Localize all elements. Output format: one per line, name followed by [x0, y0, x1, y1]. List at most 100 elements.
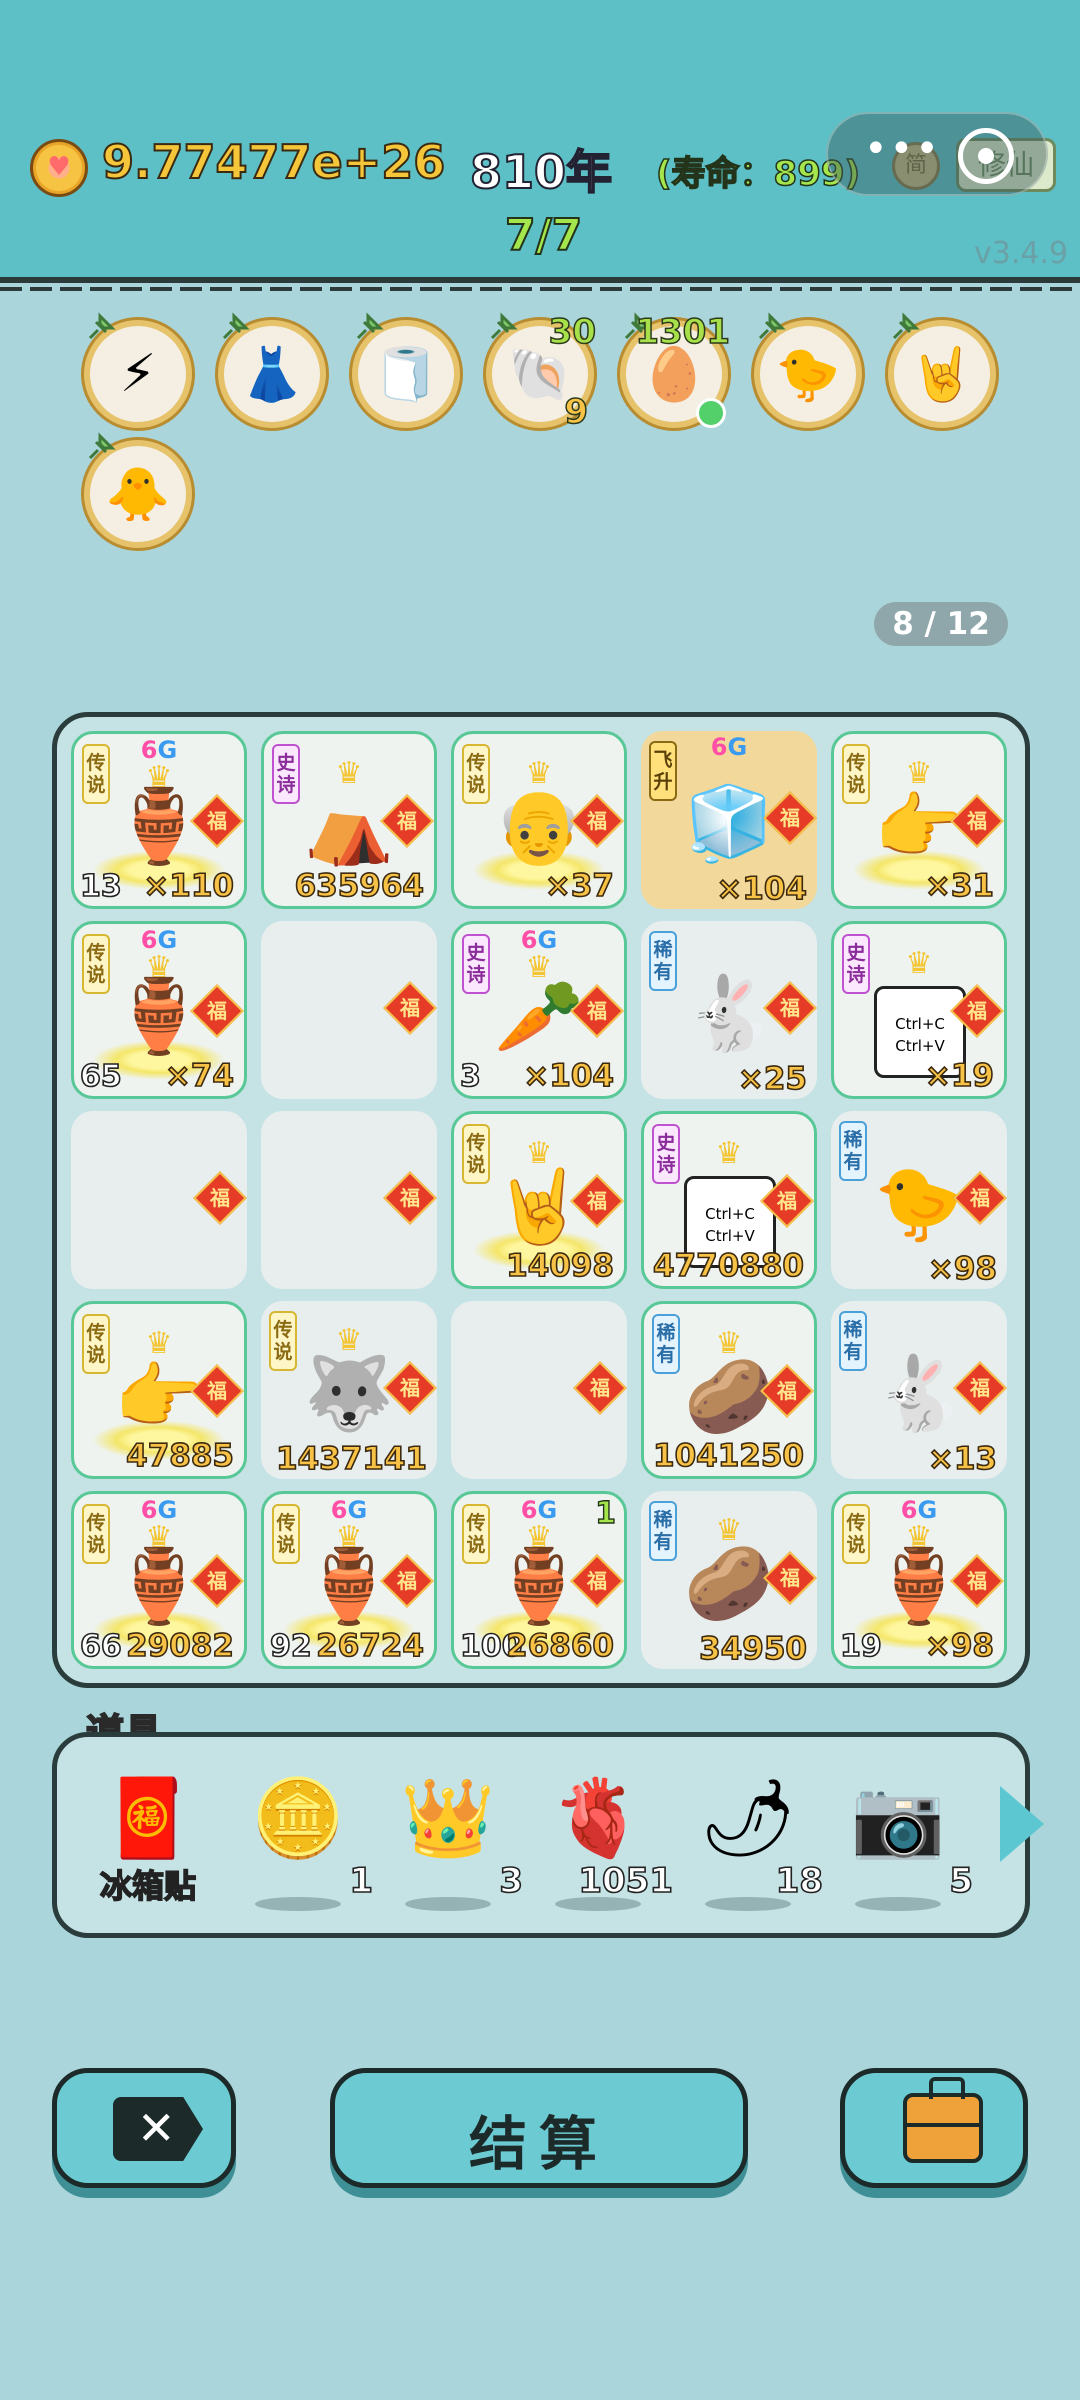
prop-item[interactable]: 🌶 18	[683, 1773, 824, 1913]
buff-slot[interactable]: 👗	[218, 312, 326, 428]
item-count: 635964	[294, 867, 425, 905]
item-count: 26724	[315, 1627, 424, 1665]
fu-label: 福	[590, 1376, 610, 1400]
item-cell[interactable]: 稀有 🐇 ×25 福	[641, 921, 817, 1099]
delete-x-icon: ✕	[113, 2097, 203, 2161]
liver-icon: 🫀	[550, 1773, 646, 1862]
fu-label: 福	[400, 1186, 420, 1210]
item-cell[interactable]: 传说 6G ♛ 🏺 66 29082 福	[71, 1491, 247, 1669]
item-cell[interactable]: 传说 ♛ 👉 ×31 福	[831, 731, 1007, 909]
prop-count: 5	[949, 1860, 974, 1902]
item-cell[interactable]: 传说 6G ♛ 🏺 100 26860 1 福	[451, 1491, 627, 1669]
camera-icon: 📷	[850, 1773, 946, 1862]
fu-label: 福	[780, 1566, 800, 1590]
item-count: 1437141	[275, 1440, 428, 1478]
chili-pepper-icon: 🌶	[699, 1773, 797, 1862]
item-count: ×98	[924, 1627, 995, 1665]
item-cell[interactable]: 传说 6G ♛ 🏺 19 ×98 福	[831, 1491, 1007, 1669]
item-cell[interactable]: 稀有 🐇 ×13 福	[831, 1301, 1007, 1479]
item-cell[interactable]: 稀有 ♛ 🥔 1041250 福	[641, 1301, 817, 1479]
item-count: ×110	[143, 867, 235, 905]
prop-item[interactable]: 👑 3	[383, 1773, 524, 1913]
item-count: ×37	[544, 867, 615, 905]
fu-label: 福	[587, 1189, 607, 1213]
item-cell[interactable]: 飞升 6G 🧊 ×104 福	[641, 731, 817, 909]
fu-diamond-icon: 福	[573, 1361, 627, 1415]
prop-item[interactable]: 🧧 冰箱贴	[83, 1773, 213, 1913]
fu-label: 福	[970, 1376, 990, 1400]
empty-cell[interactable]: 福	[451, 1301, 627, 1479]
fu-label: 福	[400, 1376, 420, 1400]
item-count: ×74	[164, 1057, 235, 1095]
buff-slot[interactable]: 🧻	[352, 312, 460, 428]
heart-coin-icon: ♥	[30, 139, 88, 197]
prop-count: 18	[775, 1860, 824, 1902]
settle-button[interactable]: 结算	[330, 2068, 748, 2188]
buff-slot[interactable]: 🥚 1301	[620, 311, 731, 428]
more-menu-button[interactable]: •••	[864, 126, 941, 172]
prop-item[interactable]: 🪙 1	[233, 1773, 374, 1913]
item-cell[interactable]: 传说 6G ♛ 🏺 92 26724 福	[261, 1491, 437, 1669]
fu-label: 福	[207, 809, 227, 833]
fu-label: 福	[207, 1379, 227, 1403]
item-cell[interactable]: 传说 6G ♛ 🏺 65 ×74 福	[71, 921, 247, 1099]
pin-icon	[86, 312, 116, 342]
prop-shadow	[255, 1897, 341, 1911]
briefcase-icon	[903, 2077, 983, 2163]
fu-diamond-icon: 福	[383, 1171, 437, 1225]
chick-syringe-icon: 🐤	[775, 345, 841, 405]
prop-item[interactable]: 📷 5	[833, 1773, 974, 1913]
item-count: ×19	[924, 1057, 995, 1095]
buff-bottom-count: 9	[564, 391, 589, 433]
fu-label: 福	[777, 1189, 797, 1213]
item-cell[interactable]: 传说 ♛ 👉 47885 福	[71, 1301, 247, 1479]
prop-label: 冰箱贴	[99, 1866, 197, 1906]
item-cell[interactable]: 传说 ♛ 🤘 14098 福	[451, 1111, 627, 1289]
buff-slot[interactable]: ⚡	[84, 312, 192, 428]
empty-cell[interactable]: 福	[261, 921, 437, 1099]
empty-cell[interactable]: 福	[71, 1111, 247, 1289]
item-grid: 传说 6G ♛ 🏺 13 ×110 福史诗 ♛ ⛺ 635964 福传说 ♛ 👴 ×37 福飞升 6G 🧊 ×10…	[52, 712, 1030, 1688]
item-cell[interactable]: 史诗 ♛ ⛺ 635964 福	[261, 731, 437, 909]
prop-item[interactable]: 🫀 1051	[533, 1773, 674, 1913]
close-miniprogram-icon[interactable]	[958, 128, 1014, 184]
item-cell[interactable]: 传说 6G ♛ 🏺 13 ×110 福	[71, 731, 247, 909]
prop-shadow	[855, 1897, 941, 1911]
item-cell[interactable]: 史诗 6G ♛ 🥕 3 ×104 福	[451, 921, 627, 1099]
item-cell[interactable]: 稀有 ♛ 🥔 34950 福	[641, 1491, 817, 1669]
buff-slot[interactable]: 🐤	[754, 312, 862, 428]
item-cell[interactable]: 传说 ♛ 🐺 1437141 福	[261, 1301, 437, 1479]
buff-slot[interactable]: 🐚 30 9	[486, 311, 597, 433]
empty-cell[interactable]: 福	[261, 1111, 437, 1289]
buff-slot[interactable]: 🤘	[888, 312, 996, 428]
coin-balance: 9.77477e+26	[101, 134, 446, 190]
pin-icon	[86, 432, 116, 462]
fu-label: 福	[587, 1569, 607, 1593]
rock-hand-icon: 🤘	[909, 345, 975, 405]
fu-label: 福	[397, 1569, 417, 1593]
fu-label: 福	[397, 809, 417, 833]
item-count: 4770880	[652, 1247, 805, 1285]
item-cell[interactable]: 史诗♛📋Ctrl+C Ctrl+V×19福	[831, 921, 1007, 1099]
item-level: 65	[79, 1058, 122, 1095]
buff-top-count: 30	[548, 311, 597, 353]
item-count: ×31	[924, 867, 995, 905]
item-cell[interactable]: 传说 ♛ 👴 ×37 福	[451, 731, 627, 909]
chick-egg-icon: 🐥	[105, 465, 171, 525]
page-indicator: 8 / 12	[874, 602, 1008, 646]
bag-button[interactable]	[840, 2068, 1028, 2188]
item-cell[interactable]: 稀有 🐤 ×98 福	[831, 1111, 1007, 1289]
props-next-arrow-icon[interactable]	[1000, 1786, 1044, 1862]
item-count: ×104	[523, 1057, 615, 1095]
fu-label: 福	[967, 809, 987, 833]
prop-count: 3	[499, 1860, 524, 1902]
corner-count: 1	[594, 1495, 616, 1531]
item-cell[interactable]: 史诗♛📋Ctrl+C Ctrl+V4770880福	[641, 1111, 817, 1289]
pin-icon	[488, 312, 518, 342]
props-panel: 🧧 冰箱贴 🪙 1 👑 3 🫀 1051 🌶 18 📷 5	[52, 1732, 1030, 1938]
delete-button[interactable]: ✕	[52, 2068, 236, 2188]
buff-top-count: 1301	[635, 311, 731, 353]
dollar-coin-icon: 🪙	[250, 1773, 346, 1862]
buff-slot[interactable]: 🐥	[84, 432, 192, 548]
fu-label: 福	[780, 996, 800, 1020]
